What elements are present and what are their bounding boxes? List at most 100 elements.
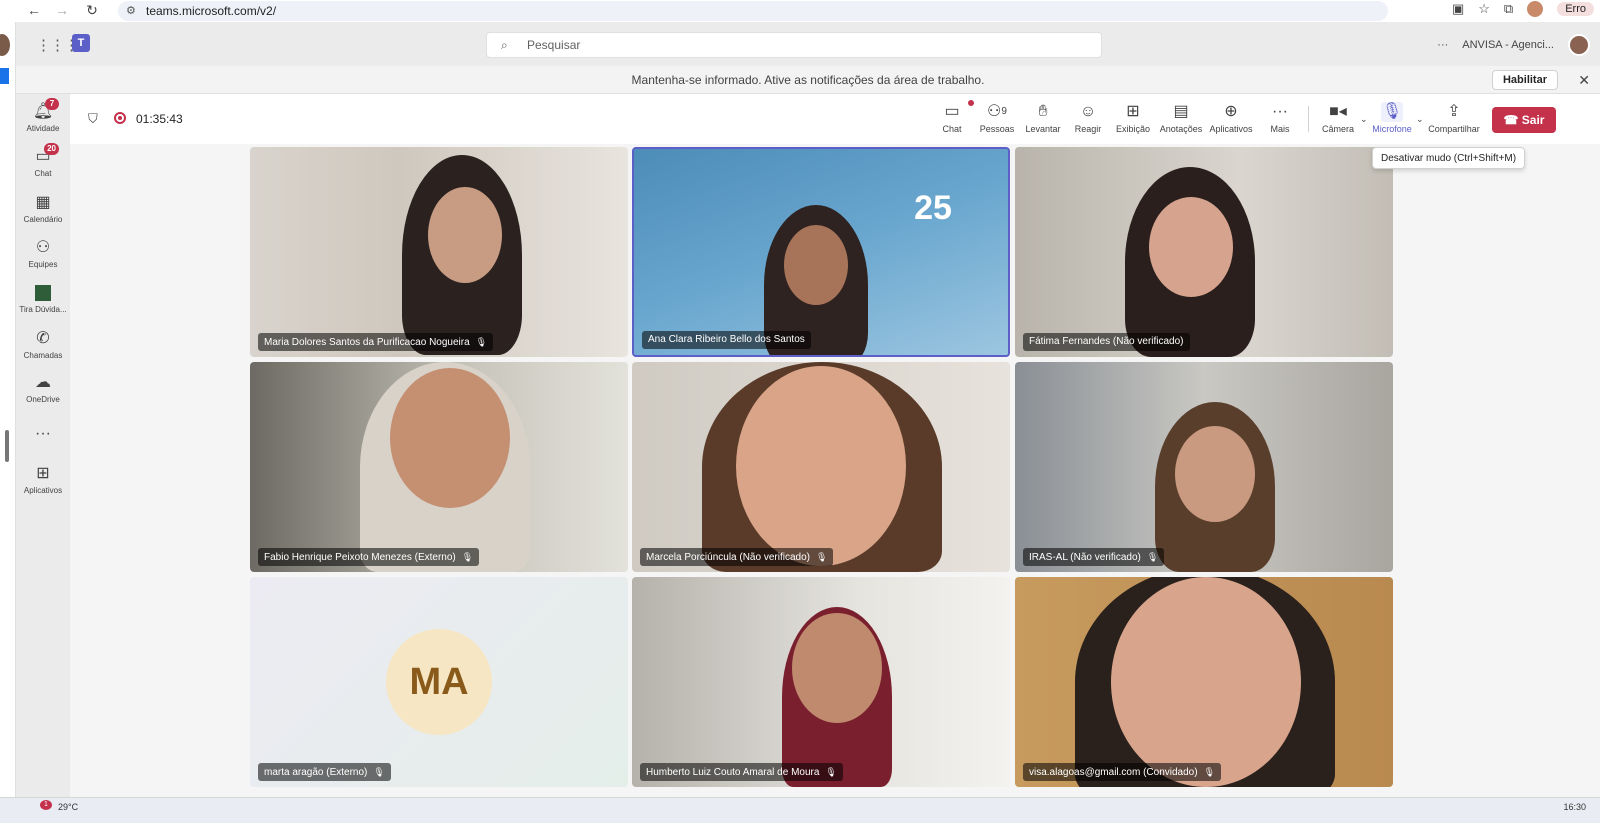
participant-face [736, 366, 906, 566]
notes-button[interactable]: ▤ Anotações [1158, 102, 1204, 134]
camera-options-chevron-icon[interactable]: ⌄ [1360, 114, 1368, 125]
org-name[interactable]: ANVISA - Agenci... [1462, 39, 1554, 51]
chat-button[interactable]: ▭ Chat [936, 100, 974, 134]
rail-label: OneDrive [26, 395, 60, 404]
rail-item-calendar[interactable]: ▦ Calendário [16, 193, 70, 224]
leave-button[interactable]: ☎ Sair [1492, 107, 1556, 133]
share-label: Compartilhar [1428, 124, 1480, 134]
participant-face [784, 225, 848, 305]
rail-item-more[interactable]: ··· [16, 424, 70, 444]
video-tile[interactable]: Humberto Luiz Couto Amaral de Moura 🎙︎ [632, 577, 1010, 787]
clock[interactable]: 16:30 [1563, 802, 1586, 812]
mic-options-chevron-icon[interactable]: ⌄ [1416, 114, 1424, 125]
mic-muted-icon: 🎙︎ [1146, 552, 1159, 562]
add-icon: ⊞ [36, 465, 50, 482]
rail-label: Aplicativos [23, 486, 63, 495]
name-text: Fabio Henrique Peixoto Menezes (Externo) [264, 552, 456, 563]
rail-item-activity[interactable]: 🔔︎ 7 Atividade [16, 98, 70, 133]
close-icon[interactable]: ✕ [1578, 66, 1590, 94]
participant-face [792, 613, 882, 723]
extensions-icon[interactable]: ⧉ [1504, 1, 1513, 17]
camera-button[interactable]: ■◂ Câmera [1320, 102, 1356, 134]
reload-icon[interactable]: ↻ [78, 2, 106, 19]
calendar-icon: ▦ [35, 194, 51, 211]
mic-muted-icon: 🎙︎ [373, 767, 385, 777]
name-text: Marcela Porciúncula (Não verificado) [646, 552, 810, 563]
back-icon[interactable]: ← [20, 2, 48, 18]
share-button[interactable]: ⇪ Compartilhar [1426, 102, 1482, 134]
participant-face [1149, 197, 1233, 297]
header-right: ··· ANVISA - Agenci... [1437, 34, 1590, 56]
enable-notifications-button[interactable]: Habilitar [1491, 70, 1558, 90]
profile-avatar[interactable] [1527, 1, 1544, 17]
address-text: teams.microsoft.com/v2/ [146, 4, 277, 18]
notification-banner: Mantenha-se informado. Ative as notifica… [16, 66, 1600, 94]
rail-item-onedrive[interactable]: ☁ OneDrive [16, 373, 70, 404]
rail-label: Atividade [26, 124, 60, 133]
video-tile[interactable]: Fabio Henrique Peixoto Menezes (Externo)… [250, 362, 628, 572]
rail-item-apps[interactable]: ⊞ Aplicativos [16, 464, 70, 495]
hangup-icon: ☎ [1503, 113, 1519, 127]
shield-icon[interactable]: ⛉ [88, 111, 98, 127]
participant-face [428, 187, 502, 283]
more-label: Mais [1270, 124, 1290, 134]
people-button[interactable]: ⚇9 Pessoas [978, 102, 1016, 134]
react-button[interactable]: ☺ Reagir [1070, 102, 1106, 134]
rail-item-teams[interactable]: ⚇ Equipes [16, 238, 70, 269]
participant-face [1111, 577, 1301, 787]
app-icon [31, 283, 55, 303]
user-avatar[interactable] [1568, 34, 1590, 56]
participant-initials-avatar: MA [386, 629, 492, 735]
forward-icon[interactable]: → [48, 2, 76, 18]
participant-name: Fabio Henrique Peixoto Menezes (Externo)… [258, 548, 480, 566]
rail-item-chat[interactable]: ▭ 20 Chat [16, 143, 70, 178]
edge-scroll-handle[interactable] [5, 430, 9, 462]
video-tile-active[interactable]: 25 Ana Clara Ribeiro Bello dos Santos [632, 147, 1010, 357]
layout-icon: ⊞ [1126, 103, 1140, 120]
raise-label: Levantar [1025, 124, 1061, 134]
toolbar-divider [1308, 106, 1309, 132]
name-text: Ana Clara Ribeiro Bello dos Santos [648, 334, 805, 345]
microphone-button[interactable]: 🎙︎ Microfone [1370, 102, 1414, 134]
camera-indicator-icon[interactable]: ▣ [1452, 1, 1464, 17]
raise-hand-button[interactable]: ✋︎ Levantar [1024, 102, 1062, 134]
video-tile[interactable]: visa.alagoas@gmail.com (Convidado) 🎙︎ [1015, 577, 1393, 787]
search-placeholder: Pesquisar [527, 38, 581, 52]
search-icon: ⌕ [501, 38, 508, 52]
video-tile[interactable]: Marcela Porciúncula (Não verificado) 🎙︎ [632, 362, 1010, 572]
edge-avatar [0, 34, 10, 56]
rail-item-calls[interactable]: ✆ Chamadas [16, 329, 70, 360]
rail-label: Equipes [28, 260, 58, 269]
mic-muted-icon: 🎙︎ [1203, 767, 1215, 777]
name-text: visa.alagoas@gmail.com (Convidado) [1029, 767, 1198, 778]
rail-label: Tira Dúvida... [19, 305, 67, 314]
rail-item-app[interactable]: Tira Dúvida... [16, 283, 70, 314]
edge-strip [0, 22, 16, 823]
mic-label: Microfone [1372, 124, 1412, 134]
view-button[interactable]: ⊞ Exibição [1114, 102, 1152, 134]
search-input[interactable]: ⌕ Pesquisar [486, 32, 1102, 58]
video-stage: Maria Dolores Santos da Purificacao Nogu… [70, 144, 1600, 823]
people-label: Pessoas [979, 124, 1015, 134]
notes-label: Anotações [1159, 124, 1203, 134]
video-tile[interactable]: MA marta aragão (Externo) 🎙︎ [250, 577, 628, 787]
star-icon[interactable]: ☆ [1478, 1, 1490, 17]
address-bar[interactable]: ⚙ teams.microsoft.com/v2/ [118, 1, 1388, 21]
app-rail: 🔔︎ 7 Atividade ▭ 20 Chat ▦ Calendário ⚇ Eq… [16, 94, 70, 823]
weather-text[interactable]: 29°C [58, 802, 78, 812]
more-button[interactable]: ··· Mais [1262, 102, 1298, 134]
video-tile[interactable]: Fátima Fernandes (Não verificado) [1015, 147, 1393, 357]
rail-label: Calendário [23, 215, 63, 224]
mic-muted-icon: 🎙︎ [825, 767, 837, 777]
hand-icon: ✋︎ [1038, 103, 1048, 120]
chat-badge: 20 [44, 143, 59, 155]
more-options-icon[interactable]: ··· [1437, 39, 1448, 51]
video-tile[interactable]: Maria Dolores Santos da Purificacao Nogu… [250, 147, 628, 357]
teams-header: ⋮⋮⋮ T ⌕ Pesquisar ··· ANVISA - Agenci... [16, 22, 1600, 66]
edge-tab-indicator [0, 68, 9, 84]
site-info-icon[interactable]: ⚙ [126, 1, 136, 21]
video-tile[interactable]: IRAS-AL (Não verificado) 🎙︎ [1015, 362, 1393, 572]
apps-button[interactable]: ⊕ Aplicativos [1208, 102, 1254, 134]
profile-error-badge[interactable]: Erro [1557, 2, 1594, 16]
participant-name: IRAS-AL (Não verificado) 🎙︎ [1023, 548, 1165, 566]
